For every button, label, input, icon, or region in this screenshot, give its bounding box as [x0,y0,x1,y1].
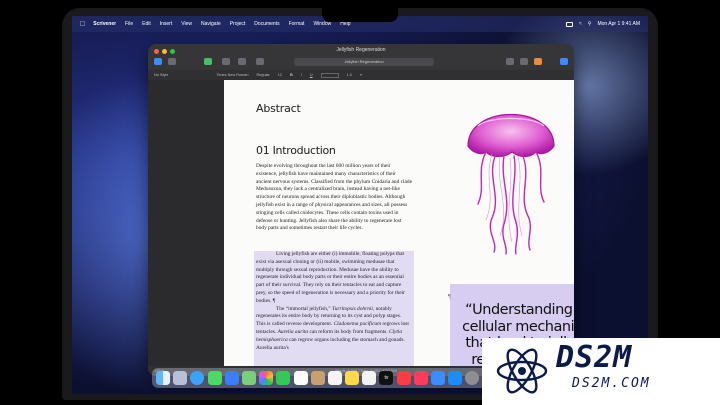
news-icon[interactable] [413,371,428,385]
camera-notch [322,8,398,22]
binder-toggle-icon[interactable] [154,58,162,65]
document-path-field[interactable]: Jellyfish Regeneration [294,58,434,66]
menu-documents[interactable]: Documents [254,21,279,27]
bold-icon[interactable]: B [290,73,293,77]
apple-menu-icon[interactable]:  [80,21,85,28]
label-icon[interactable] [534,58,542,65]
keywords-icon[interactable] [520,58,528,65]
watermark-site: DS2M.COM [572,376,651,391]
menu-clock[interactable]: Mon Apr 1 9:41 AM [597,21,640,27]
menu-project[interactable]: Project [230,21,246,27]
scrivener-window: Jellyfish Regeneration Jellyfish Regener… [148,44,574,376]
wifi-icon[interactable]: ≈ [579,21,582,27]
delete-icon[interactable] [222,58,230,65]
mail-icon[interactable] [224,371,239,385]
format-bar: No Style Times New Roman Regular 12 B I … [148,70,574,80]
maps-icon[interactable] [241,371,256,385]
view-mode-icon[interactable] [168,58,176,65]
menu-format[interactable]: Format [289,21,305,27]
facetime-icon[interactable] [276,371,291,385]
safari-icon[interactable] [190,371,205,385]
battery-icon[interactable] [566,21,574,27]
finder-icon[interactable] [156,371,170,385]
watermark-title: DS2M [556,340,633,375]
title-bar: Jellyfish Regeneration Jellyfish Regener… [148,44,574,80]
music-icon[interactable] [396,371,411,385]
photos-icon[interactable] [259,371,274,385]
editor-page[interactable]: Abstract 01 Introduction Despite evolvin… [224,80,574,367]
notes-icon[interactable] [345,371,360,385]
snapshot-icon[interactable] [506,58,514,65]
paragraph-style-select[interactable]: No Style [154,73,168,77]
intro-paragraph: Despite evolving throughout the last 600… [256,163,412,233]
font-weight-select[interactable]: Regular [257,73,270,77]
jellyfish-illustration [467,113,555,255]
paragraph-1: Despite evolving throughout the last 600… [256,163,412,232]
paragraph-2: Living jellyfish are either (i) immobile… [256,251,405,304]
window-title: Jellyfish Regeneration [336,47,386,53]
search-icon[interactable]: ⚲ [588,21,592,27]
font-family-select[interactable]: Times New Roman [216,73,248,77]
abstract-heading: Abstract [256,102,301,115]
text-color-well[interactable] [320,72,339,78]
introduction-heading: 01 Introduction [256,144,336,157]
settings-icon[interactable] [465,371,480,385]
pilcrow-mark: ¶ [448,294,451,300]
ds2m-atom-logo-icon [496,348,548,394]
menu-file[interactable]: File [125,21,133,27]
keynote-icon[interactable] [431,371,445,385]
italic-icon[interactable]: I [301,73,302,77]
menu-view[interactable]: View [181,21,192,27]
tv-icon[interactable]: tv [379,371,394,385]
underline-icon[interactable]: U [310,73,313,77]
freeform-icon[interactable] [362,371,377,385]
list-icon[interactable]: ≡ [360,73,362,77]
quick-reference-icon[interactable] [256,58,264,65]
add-document-icon[interactable] [204,58,212,65]
toolbar: Jellyfish Regeneration [148,56,574,70]
messages-icon[interactable] [207,371,222,385]
calendar-icon[interactable] [293,371,308,385]
menu-navigate[interactable]: Navigate [201,21,221,27]
menu-edit[interactable]: Edit [142,21,151,27]
paragraph-3: The “immortal jellyfish,” Turritopsis do… [256,305,409,351]
reminders-icon[interactable] [327,371,342,385]
highlighted-paragraphs: Living jellyfish are either (i) immobile… [256,251,412,352]
line-spacing-select[interactable]: 1.0 [347,73,352,77]
app-store-icon[interactable] [448,371,463,385]
compose-icon[interactable] [238,58,246,65]
menu-insert[interactable]: Insert [160,21,173,27]
contacts-icon[interactable] [310,371,325,385]
font-size-select[interactable]: 12 [278,73,282,77]
launchpad-icon[interactable] [173,371,188,385]
menu-app-name[interactable]: Scrivener [93,21,116,27]
inspector-icon[interactable] [560,58,568,65]
